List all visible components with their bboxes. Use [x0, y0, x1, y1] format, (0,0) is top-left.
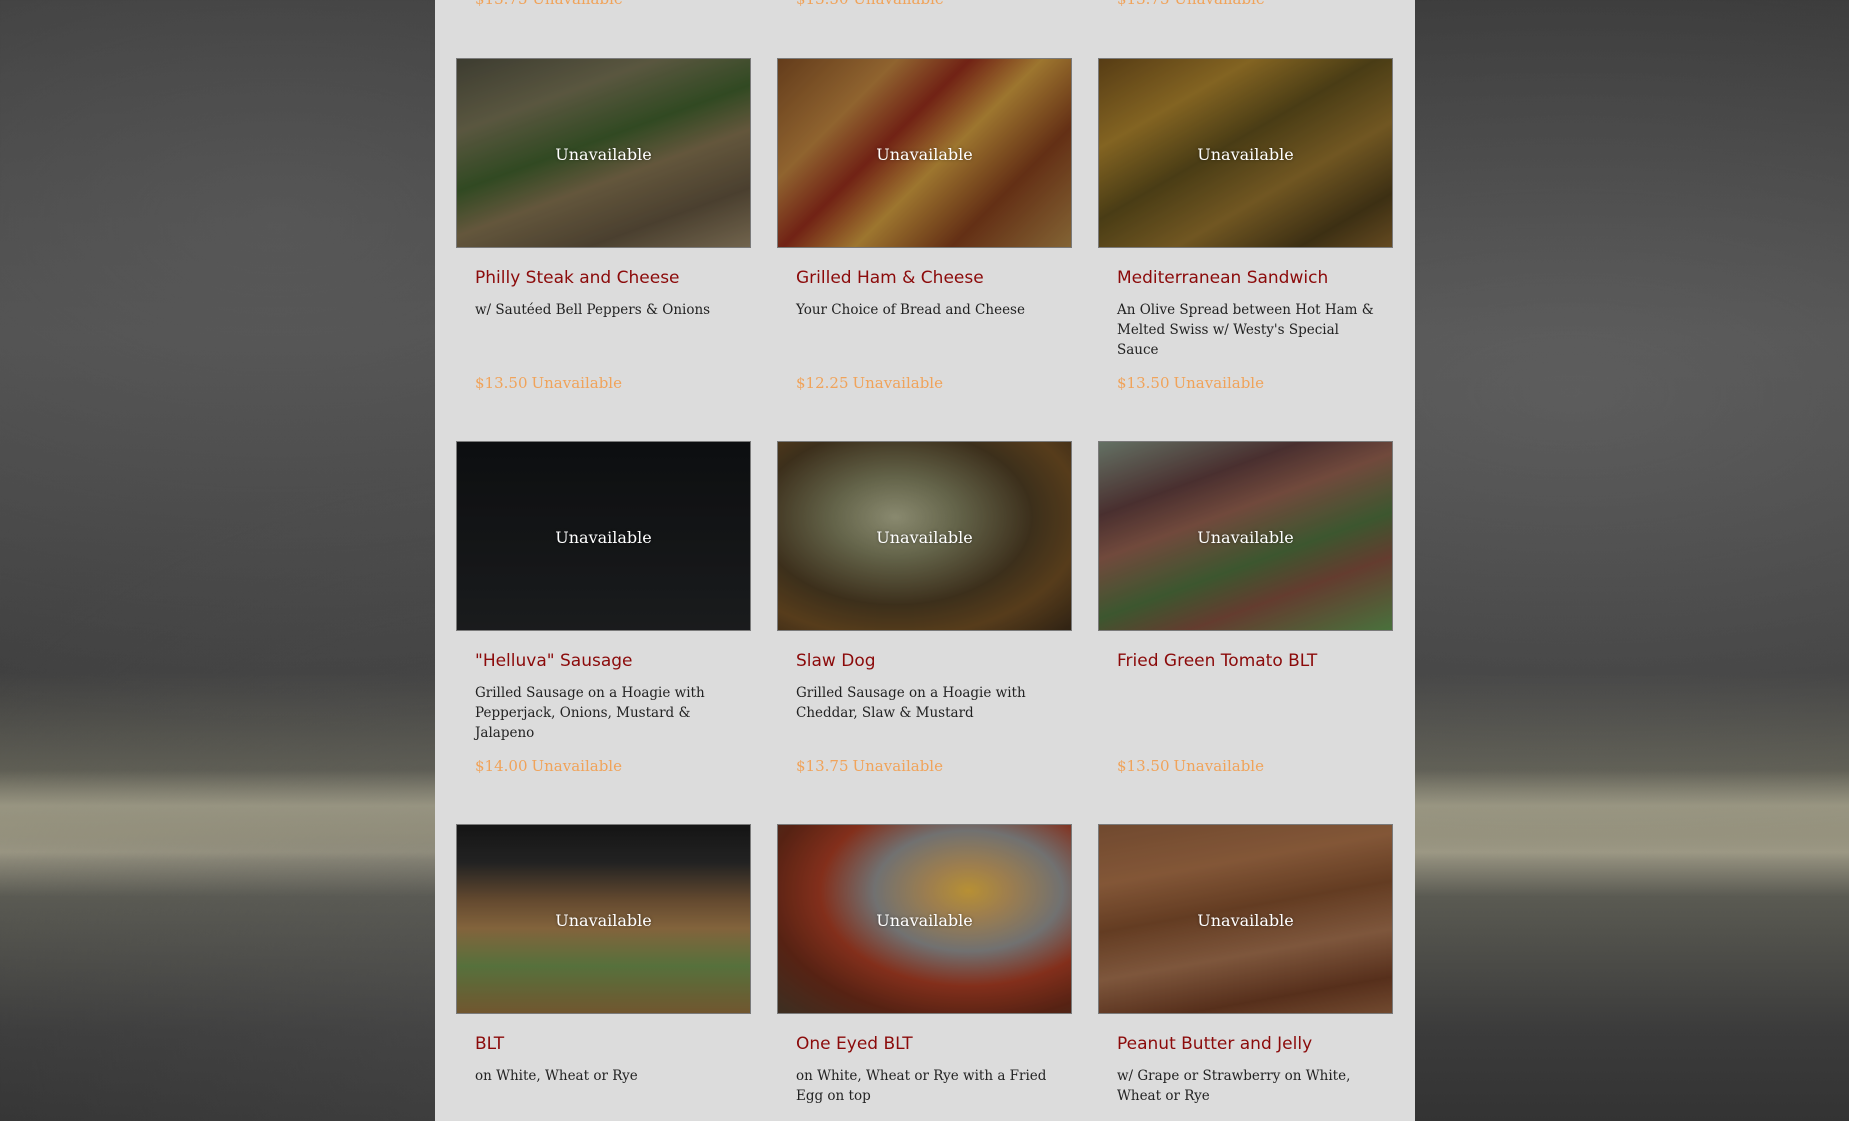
item-description: w/ Sautéed Bell Peppers & Onions [475, 302, 711, 318]
item-title[interactable]: Philly Steak and Cheese [475, 268, 680, 288]
price-value: $13.75 [1117, 0, 1170, 8]
price-status: Unavailable [1174, 0, 1264, 8]
price-status: Unavailable [532, 0, 622, 8]
item-title[interactable]: "Helluva" Sausage [475, 651, 633, 671]
item-title[interactable]: Peanut Butter and Jelly [1117, 1034, 1312, 1054]
item-image[interactable]: Unavailable [456, 58, 751, 248]
item-image[interactable]: Unavailable [1098, 58, 1393, 248]
unavailable-label: Unavailable [555, 145, 652, 164]
price-value: $13.50 [1117, 757, 1170, 775]
price-value: $13.50 [475, 374, 528, 392]
item-description: Your Choice of Bread and Cheese [796, 302, 1025, 318]
price-status: Unavailable [852, 374, 943, 392]
price-value: $13.50 [796, 0, 849, 8]
price-status: Unavailable [1173, 757, 1264, 775]
item-description: on White, Wheat or Rye with a Fried Egg … [796, 1068, 1047, 1104]
top-row-price-1: $13.75 Unavailable [475, 0, 623, 8]
unavailable-label: Unavailable [1197, 911, 1294, 930]
unavailable-label: Unavailable [876, 911, 973, 930]
unavailable-label: Unavailable [555, 911, 652, 930]
unavailable-label: Unavailable [1197, 528, 1294, 547]
price-value: $13.75 [475, 0, 528, 8]
price-value: $12.25 [796, 374, 849, 392]
item-image[interactable]: Unavailable [456, 824, 751, 1014]
unavailable-label: Unavailable [1197, 145, 1294, 164]
item-title[interactable]: Slaw Dog [796, 651, 876, 671]
price-value: $14.00 [475, 757, 528, 775]
item-description: w/ Grape or Strawberry on White, Wheat o… [1117, 1068, 1351, 1104]
price-status: Unavailable [531, 374, 622, 392]
item-price: $13.50 Unavailable [475, 374, 622, 392]
item-image[interactable]: Unavailable [1098, 824, 1393, 1014]
menu-panel: $13.75 Unavailable $13.50 Unavailable $1… [435, 0, 1415, 1121]
item-description: An Olive Spread between Hot Ham & Melted… [1117, 302, 1374, 358]
unavailable-label: Unavailable [876, 528, 973, 547]
price-status: Unavailable [853, 0, 943, 8]
item-price: $13.50 Unavailable [1117, 757, 1264, 775]
item-price: $13.50 Unavailable [1117, 374, 1264, 392]
item-title[interactable]: Mediterranean Sandwich [1117, 268, 1328, 288]
unavailable-label: Unavailable [876, 145, 973, 164]
price-value: $13.50 [1117, 374, 1170, 392]
item-image[interactable]: Unavailable [456, 441, 751, 631]
item-image[interactable]: Unavailable [777, 58, 1072, 248]
item-title[interactable]: Fried Green Tomato BLT [1117, 651, 1317, 671]
top-row-price-3: $13.75 Unavailable [1117, 0, 1265, 8]
price-status: Unavailable [531, 757, 622, 775]
price-status: Unavailable [852, 757, 943, 775]
item-price: $13.75 Unavailable [796, 757, 943, 775]
item-title[interactable]: One Eyed BLT [796, 1034, 913, 1054]
unavailable-label: Unavailable [555, 528, 652, 547]
item-description: on White, Wheat or Rye [475, 1068, 638, 1084]
item-title[interactable]: Grilled Ham & Cheese [796, 268, 984, 288]
item-description: Grilled Sausage on a Hoagie with Cheddar… [796, 685, 1026, 721]
price-status: Unavailable [1173, 374, 1264, 392]
item-price: $12.25 Unavailable [796, 374, 943, 392]
item-image[interactable]: Unavailable [777, 441, 1072, 631]
item-image[interactable]: Unavailable [1098, 441, 1393, 631]
item-title[interactable]: BLT [475, 1034, 504, 1054]
item-description: Grilled Sausage on a Hoagie with Pepperj… [475, 685, 705, 741]
item-price: $14.00 Unavailable [475, 757, 622, 775]
top-row-price-2: $13.50 Unavailable [796, 0, 944, 8]
item-image[interactable]: Unavailable [777, 824, 1072, 1014]
price-value: $13.75 [796, 757, 849, 775]
